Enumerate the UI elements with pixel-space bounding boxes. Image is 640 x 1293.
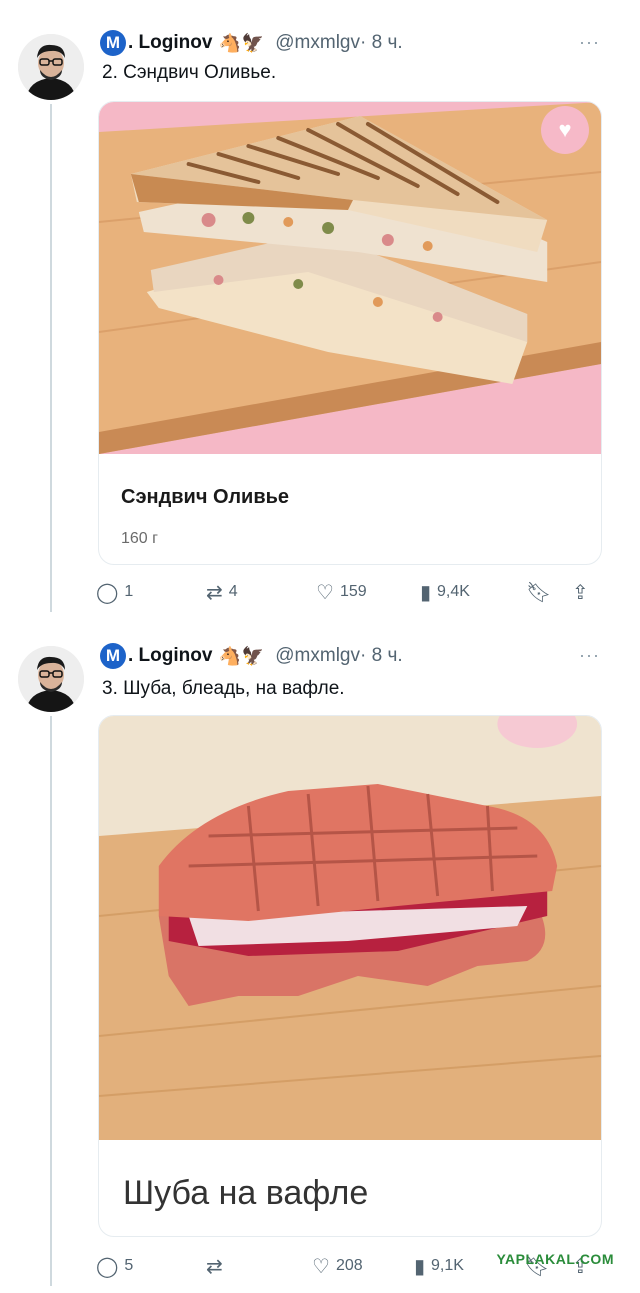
views-button[interactable]: ▮ 9,1K [414, 1254, 464, 1279]
tweet-text: 3. Шуба, блеадь, на вафле. [102, 678, 345, 699]
reply-button[interactable]: ◯ 5 [96, 1254, 133, 1279]
tweet-1[interactable]: M . Loginov 🐴🦅 @mxmlgv · 8 ч. ··· 2. Сэн… [0, 0, 640, 612]
retweet-count: 4 [228, 583, 238, 600]
views-count: 9,4K [437, 583, 470, 600]
more-options-icon[interactable]: ··· [579, 32, 600, 53]
heart-outline-icon: ♡ [312, 1255, 330, 1278]
views-bar-chart-icon: ▮ [414, 1255, 426, 1278]
author-handle[interactable]: @mxmlgv [275, 645, 360, 667]
like-count: 208 [335, 1257, 363, 1274]
retweet-icon: ⇄ [206, 1255, 223, 1278]
waffle-image [99, 716, 601, 1140]
tweet-time[interactable]: · 8 ч. [360, 645, 403, 667]
author-badge[interactable]: M [100, 30, 126, 56]
author-emojis: 🐴🦅 [218, 645, 266, 666]
avatar-portrait-icon [18, 646, 84, 712]
author-handle[interactable]: @mxmlgv [275, 32, 360, 54]
reply-icon: ◯ [96, 1255, 119, 1278]
tweet-header: M . Loginov 🐴🦅 @mxmlgv · 8 ч. [100, 29, 403, 57]
tweet-2[interactable]: M . Loginov 🐴🦅 @mxmlgv · 8 ч. ··· 3. Шуб… [0, 612, 640, 1293]
bookmark-button[interactable]: 🔖︎ [526, 580, 557, 605]
author-emojis: 🐴🦅 [218, 32, 266, 53]
tweet-time[interactable]: · 8 ч. [360, 32, 403, 54]
sandwich-image: ♥ [99, 102, 601, 454]
more-options-icon[interactable]: ··· [579, 645, 600, 666]
views-button[interactable]: ▮ 9,4K [420, 580, 470, 605]
watermark: YAPLAKAL.COM [496, 1251, 614, 1267]
card-title: Сэндвич Оливье [121, 486, 290, 508]
bookmark-icon: 🔖︎ [526, 581, 552, 604]
retweet-button[interactable]: ⇄ 4 [206, 580, 238, 605]
card-title: Шуба на вафле [123, 1174, 369, 1212]
avatar[interactable] [18, 646, 84, 712]
avatar[interactable] [18, 34, 84, 100]
reply-count: 5 [124, 1257, 134, 1274]
views-count: 9,1K [431, 1257, 464, 1274]
card-weight: 160 г [121, 530, 158, 547]
tweet-text: 2. Сэндвич Оливье. [102, 62, 277, 83]
tweet-header: M . Loginov 🐴🦅 @mxmlgv · 8 ч. [100, 642, 403, 670]
favorite-heart-icon[interactable]: ♥ [541, 106, 589, 154]
like-button[interactable]: ♡ 208 [312, 1254, 363, 1279]
share-button[interactable]: ⇪ [572, 580, 595, 605]
retweet-icon: ⇄ [206, 581, 223, 604]
avatar-portrait-icon [18, 34, 84, 100]
author-badge[interactable]: M [100, 643, 126, 669]
heart-outline-icon: ♡ [316, 581, 334, 604]
reply-button[interactable]: ◯ 1 [96, 580, 133, 605]
like-count: 159 [339, 583, 367, 600]
thread-line [50, 716, 52, 1286]
tweet-actions: ◯ 1 ⇄ 4 ♡ 159 ▮ 9,4K 🔖︎ ⇪ [96, 578, 606, 606]
link-card[interactable]: Шуба на вафле [98, 715, 602, 1237]
author-name[interactable]: . Loginov [128, 645, 212, 667]
thread-line [50, 104, 52, 612]
share-icon: ⇪ [572, 581, 589, 604]
views-bar-chart-icon: ▮ [420, 581, 432, 604]
author-name[interactable]: . Loginov [128, 32, 212, 54]
retweet-button[interactable]: ⇄ [206, 1254, 229, 1279]
reply-count: 1 [124, 583, 134, 600]
like-button[interactable]: ♡ 159 [316, 580, 367, 605]
reply-icon: ◯ [96, 581, 119, 604]
link-card[interactable]: ♥ Сэндвич Оливье 160 г [98, 101, 602, 565]
